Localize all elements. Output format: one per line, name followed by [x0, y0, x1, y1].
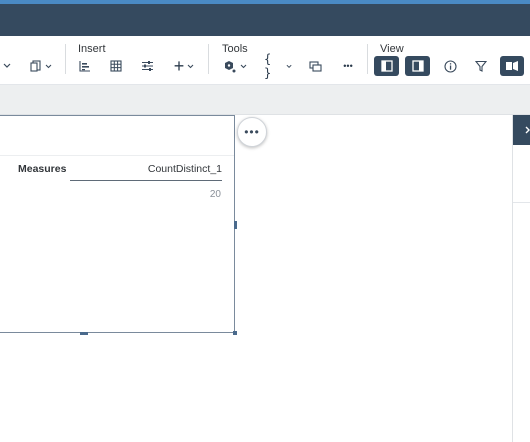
duplicate-icon[interactable]: [306, 56, 324, 76]
designer-icon: [506, 61, 518, 71]
more-icon: •••: [244, 125, 260, 139]
resize-handle-bottom[interactable]: [80, 332, 88, 335]
resize-handle-right[interactable]: [234, 221, 237, 229]
widget-more-actions-button[interactable]: •••: [237, 117, 267, 147]
main-toolbar: Insert + Tools { } ••• View: [0, 36, 530, 85]
chevron-down-icon[interactable]: [0, 56, 14, 76]
filter-sliders-icon[interactable]: [138, 56, 156, 76]
script-button[interactable]: { }: [264, 52, 292, 80]
bar-chart-icon[interactable]: [76, 56, 94, 76]
info-icon[interactable]: [441, 56, 459, 76]
right-panel-icon: [411, 60, 424, 72]
plus-icon: +: [173, 56, 185, 76]
smart-insights-button[interactable]: [220, 56, 250, 76]
smart-insights-icon: [225, 60, 236, 72]
panel-divider: [513, 202, 530, 203]
toolbar-separator: [367, 44, 368, 74]
widget-header-divider: [0, 155, 234, 156]
designer-button[interactable]: [500, 56, 524, 76]
left-panel-icon: [380, 60, 393, 72]
table-icon[interactable]: [107, 56, 125, 76]
resize-handle-corner[interactable]: [233, 331, 237, 335]
tools-group-label: Tools: [222, 43, 248, 55]
panel-header[interactable]: [513, 115, 530, 145]
filter-icon[interactable]: [472, 56, 490, 76]
shell-header-bar: [0, 4, 530, 36]
column-header[interactable]: CountDistinct_1: [148, 163, 222, 175]
page-menu-button[interactable]: [28, 56, 54, 76]
right-panel-toggle[interactable]: [405, 56, 430, 76]
chevron-right-icon: [525, 126, 530, 134]
curly-braces-icon: { }: [264, 52, 272, 80]
table-cell-value[interactable]: 20: [210, 189, 221, 200]
column-header-underline: [70, 180, 222, 181]
more-glyph: •••: [343, 61, 353, 71]
left-panel-toggle[interactable]: [374, 56, 399, 76]
sub-toolbar-bar: [0, 85, 530, 115]
right-side-panel: [512, 115, 530, 442]
view-group-label: View: [380, 43, 404, 55]
toolbar-separator: [65, 44, 66, 74]
insert-group-label: Insert: [78, 43, 106, 55]
more-icon[interactable]: •••: [338, 56, 358, 76]
measures-header: Measures: [18, 163, 67, 175]
toolbar-separator: [208, 44, 209, 74]
add-button[interactable]: +: [170, 56, 198, 76]
table-widget[interactable]: Measures CountDistinct_1 20: [0, 115, 235, 333]
